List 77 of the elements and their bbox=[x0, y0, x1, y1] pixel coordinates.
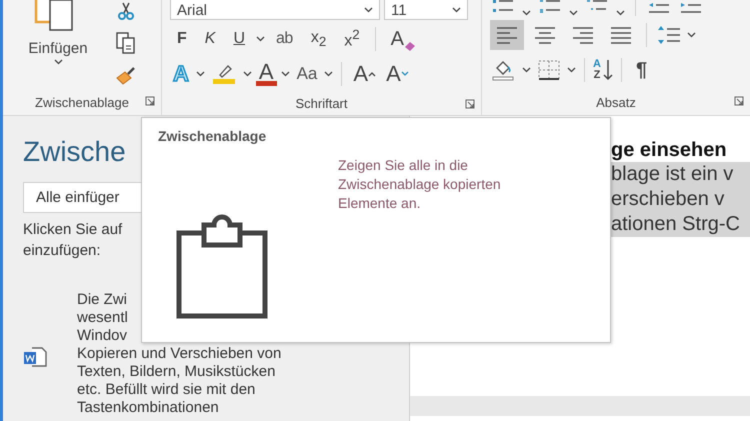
chevron-icon bbox=[569, 10, 578, 16]
chevron-icon bbox=[324, 71, 334, 77]
font-size-field[interactable]: 11 bbox=[384, 0, 468, 20]
paint-bucket-icon bbox=[492, 59, 516, 81]
clipboard-item-text[interactable]: etc. Befüllt wird sie mit den bbox=[77, 381, 282, 399]
font-name-field[interactable]: Arial bbox=[170, 0, 380, 20]
chevron-icon bbox=[242, 71, 252, 77]
group-label: Zwischenablage bbox=[35, 94, 129, 110]
chevron-icon bbox=[522, 67, 531, 73]
chevron-icon bbox=[364, 7, 373, 13]
group-label: Absatz bbox=[596, 94, 636, 110]
chevron-icon bbox=[280, 71, 290, 77]
subscript-button[interactable]: x$_{2}$ bbox=[304, 28, 334, 50]
align-justify-icon bbox=[610, 26, 632, 44]
launcher-icon bbox=[145, 96, 155, 106]
tooltip-description: Zeigen Sie alle in die Zwischenablage kopierten Elemente an. bbox=[338, 156, 502, 213]
increase-indent-button[interactable] bbox=[678, 0, 704, 16]
chevron-icon bbox=[522, 10, 531, 16]
grow-font-button[interactable]: A bbox=[350, 61, 380, 87]
clipboard-item-text[interactable]: Texten, Bildern, Musikstücken bbox=[77, 363, 282, 381]
chevron-icon bbox=[196, 71, 205, 77]
caret-down-icon bbox=[400, 71, 409, 77]
down-arrow-icon bbox=[602, 59, 613, 81]
change-case-button[interactable]: Aa bbox=[294, 64, 320, 84]
strikethrough-button[interactable]: ab bbox=[269, 30, 300, 48]
align-right-icon bbox=[572, 26, 594, 44]
highlighter-icon bbox=[212, 63, 236, 85]
indent-right-icon bbox=[680, 2, 702, 14]
numbered-list-icon bbox=[539, 0, 561, 14]
bullet-list-icon bbox=[492, 0, 514, 14]
selected-text: erschieben v bbox=[611, 187, 726, 212]
dialog-launcher-button[interactable] bbox=[465, 99, 477, 111]
show-formatting-marks-button[interactable]: ¶ bbox=[630, 58, 654, 82]
chevron-icon bbox=[256, 36, 266, 42]
chevron-icon bbox=[54, 59, 62, 65]
cut-button[interactable] bbox=[115, 0, 137, 22]
numbering-button[interactable] bbox=[537, 0, 563, 16]
indent-left-icon bbox=[648, 2, 670, 14]
dialog-launcher-button[interactable] bbox=[734, 96, 746, 108]
launcher-icon bbox=[465, 99, 475, 109]
instruction-text: einzufügen: bbox=[23, 241, 102, 261]
underline-button[interactable]: U bbox=[226, 30, 252, 48]
align-center-icon bbox=[534, 26, 556, 44]
font-color-button[interactable]: A bbox=[256, 62, 277, 86]
copy-icon bbox=[116, 32, 136, 54]
group-label: Schriftart bbox=[295, 96, 348, 111]
dialog-launcher-button[interactable] bbox=[145, 96, 157, 108]
line-spacing-icon bbox=[657, 25, 681, 45]
chevron-icon bbox=[616, 10, 625, 16]
align-left-button[interactable] bbox=[490, 20, 524, 50]
instruction-text: Klicken Sie auf bbox=[23, 220, 124, 240]
selected-text: ationen Strg-C bbox=[611, 212, 741, 237]
selected-text: blage ist ein v bbox=[611, 162, 734, 187]
shrink-font-button[interactable]: A bbox=[383, 61, 412, 87]
borders-icon bbox=[537, 59, 561, 81]
tooltip-title: Zwischenablage bbox=[158, 128, 268, 144]
document-icon bbox=[23, 347, 47, 369]
clipboard-item-text[interactable]: Tastenkombinationen bbox=[77, 399, 282, 417]
paste-button[interactable]: Einfügen bbox=[3, 0, 113, 89]
bold-button[interactable]: F bbox=[170, 30, 194, 48]
paintbrush-icon bbox=[115, 66, 137, 86]
launcher-icon bbox=[734, 96, 744, 106]
scissors-icon bbox=[117, 2, 135, 20]
clear-formatting-button[interactable]: A bbox=[384, 28, 423, 50]
chevron-icon bbox=[452, 7, 461, 13]
caret-up-icon bbox=[368, 71, 376, 77]
eraser-icon bbox=[404, 40, 416, 50]
chevron-icon bbox=[687, 32, 696, 38]
chevron-icon bbox=[567, 67, 576, 73]
pane-title: Zwische bbox=[23, 136, 126, 168]
clipboard-item-text[interactable]: Kopieren und Verschieben von bbox=[77, 345, 282, 363]
superscript-button[interactable]: x$^{2}$ bbox=[337, 27, 367, 51]
align-left-icon bbox=[496, 26, 518, 44]
decrease-indent-button[interactable] bbox=[646, 0, 672, 16]
sort-button[interactable]: A Z bbox=[593, 59, 613, 81]
document-heading: ge einsehen bbox=[611, 138, 728, 162]
italic-button[interactable]: K bbox=[198, 30, 222, 48]
